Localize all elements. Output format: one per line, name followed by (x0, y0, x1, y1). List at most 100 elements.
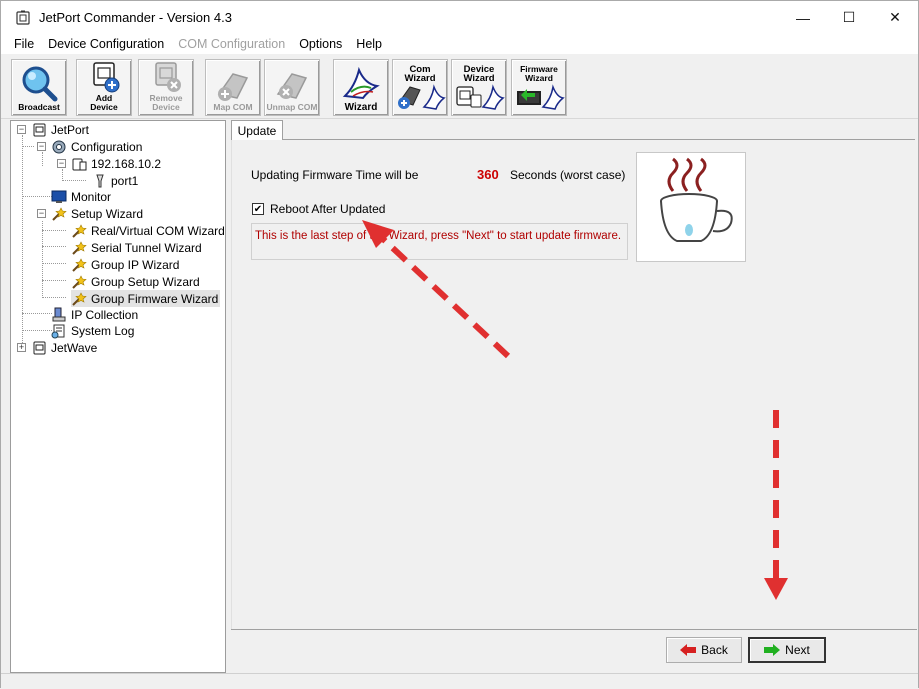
tab-update-label: Update (237, 123, 277, 138)
info-message-box: This is the last step of the Wizard, pre… (251, 223, 628, 260)
tree-item-ip[interactable]: 192.168.10.2 (71, 155, 161, 172)
tree-label-wizard-group-setup: Group Setup Wizard (91, 274, 200, 289)
status-bar (1, 673, 918, 689)
tree-item-wizard-group-setup[interactable]: Group Setup Wizard (71, 273, 200, 290)
unmap-com-label: Unmap COM (266, 102, 318, 112)
expand-ip[interactable]: − (57, 159, 66, 168)
tree-label-jetwave: JetWave (51, 340, 98, 355)
arrow-right-icon (764, 644, 781, 656)
add-device-label: Add Device (90, 94, 117, 112)
tree-item-configuration[interactable]: Configuration (51, 138, 142, 155)
com-wizard-icon (398, 84, 446, 110)
maximize-button[interactable]: ☐ (826, 1, 872, 34)
tree-item-wizard-serial-tunnel[interactable]: Serial Tunnel Wizard (71, 239, 202, 256)
minimize-button[interactable]: — (780, 1, 826, 34)
tree-item-system-log[interactable]: System Log (51, 322, 134, 339)
map-com-icon (217, 73, 249, 101)
magnifier-icon (22, 66, 58, 102)
firmware-wizard-icon (517, 84, 565, 110)
com-wizard-label: Com Wizard (393, 65, 447, 84)
gear-icon (52, 140, 66, 153)
wand-icon (72, 274, 87, 289)
tab-update[interactable]: Update (231, 120, 283, 140)
menu-help[interactable]: Help (349, 37, 389, 51)
app-window: JetPort Commander - Version 4.3 — ☐ ✕ Fi… (0, 0, 919, 689)
tree-item-wizard-group-firmware[interactable]: Group Firmware Wizard (71, 290, 221, 307)
tree-label-setup-wizard: Setup Wizard (71, 206, 144, 221)
remove-device-label: Remove Device (149, 94, 182, 112)
tree-item-port1[interactable]: port1 (91, 172, 138, 189)
menu-device-configuration[interactable]: Device Configuration (41, 37, 171, 51)
device-tree[interactable]: − JetPort − Configuration − 192.168.10.2… (10, 120, 226, 673)
map-com-label: Map COM (213, 102, 253, 112)
add-device-icon (93, 62, 120, 93)
unmap-com-button[interactable]: Unmap COM (264, 59, 320, 116)
firmware-time-row: Updating Firmware Time will be 360 Secon… (251, 167, 625, 182)
remove-device-icon (155, 62, 181, 92)
tree-item-wizard-com[interactable]: Real/Virtual COM Wizard (71, 222, 225, 239)
menu-file[interactable]: File (7, 37, 41, 51)
info-message: This is the last step of the Wizard, pre… (255, 230, 622, 242)
monitor-icon (51, 190, 67, 203)
device-wizard-label-line2: Wizard (463, 73, 495, 84)
device-wizard-label: Device Wizard (452, 65, 506, 84)
map-com-button[interactable]: Map COM (205, 59, 261, 116)
expand-jetport[interactable]: − (17, 125, 26, 134)
wizard-hat-icon (342, 66, 380, 100)
wizard-button[interactable]: Wizard (333, 59, 389, 116)
firmware-wizard-button[interactable]: Firmware Wizard (511, 59, 567, 116)
unmap-com-icon (276, 73, 308, 99)
tree-item-setup-wizard[interactable]: Setup Wizard (51, 205, 143, 222)
tree-label-wizard-group-firmware: Group Firmware Wizard (91, 291, 219, 306)
close-button[interactable]: ✕ (872, 1, 918, 34)
device-icon (72, 158, 87, 170)
menu-com-configuration[interactable]: COM Configuration (171, 37, 292, 51)
expand-setup-wizard[interactable]: − (37, 209, 46, 218)
coffee-cup-image (636, 152, 746, 262)
com-wizard-button[interactable]: Com Wizard (392, 59, 448, 116)
tree-item-jetwave[interactable]: JetWave (31, 339, 97, 356)
reboot-checkbox[interactable]: ✔ (252, 203, 264, 215)
next-button-label: Next (785, 643, 810, 657)
wizard-label: Wizard (344, 102, 378, 113)
expand-configuration[interactable]: − (37, 142, 46, 151)
wand-icon (72, 257, 87, 272)
tree-label-wizard-serial-tunnel: Serial Tunnel Wizard (91, 240, 202, 255)
menu-bar: File Device Configuration COM Configurat… (1, 34, 918, 54)
wand-icon (72, 240, 87, 255)
reboot-label: Reboot After Updated (270, 202, 386, 216)
ip-collection-icon (52, 307, 66, 321)
toolbar: Broadcast Add Device Remove Device Map C… (1, 56, 918, 119)
back-button-label: Back (701, 643, 728, 657)
firmware-wizard-label: Firmware Wizard (512, 65, 566, 83)
com-wizard-label-line2: Wizard (404, 73, 436, 84)
port-icon (96, 174, 104, 187)
expand-jetwave[interactable]: + (17, 343, 26, 352)
tree-item-monitor[interactable]: Monitor (51, 188, 111, 205)
tree-item-jetport[interactable]: JetPort (31, 121, 89, 138)
device-icon (33, 123, 46, 136)
tree-label-port1: port1 (111, 173, 139, 188)
remove-device-button[interactable]: Remove Device (138, 59, 194, 116)
tree-label-system-log: System Log (71, 323, 135, 338)
broadcast-button[interactable]: Broadcast (11, 59, 67, 116)
back-button[interactable]: Back (666, 637, 742, 663)
tree-label-wizard-group-ip: Group IP Wizard (91, 257, 180, 272)
tree-label-jetport: JetPort (51, 122, 90, 137)
window-title: JetPort Commander - Version 4.3 (39, 10, 232, 25)
wand-icon (52, 206, 67, 221)
add-device-button[interactable]: Add Device (76, 59, 132, 116)
menu-options[interactable]: Options (292, 37, 349, 51)
device-wizard-icon (456, 84, 505, 110)
tree-item-ip-collection[interactable]: IP Collection (51, 306, 138, 323)
device-icon (33, 341, 46, 354)
coffee-cup-icon (660, 157, 733, 242)
system-log-icon (51, 324, 65, 338)
reboot-checkbox-row[interactable]: ✔ Reboot After Updated (252, 202, 385, 216)
tree-label-wizard-com: Real/Virtual COM Wizard (91, 223, 225, 238)
tree-item-wizard-group-ip[interactable]: Group IP Wizard (71, 256, 179, 273)
next-button[interactable]: Next (748, 637, 826, 663)
firmware-time-suffix: Seconds (worst case) (510, 168, 626, 182)
add-device-label-line2: Device (90, 102, 118, 112)
device-wizard-button[interactable]: Device Wizard (451, 59, 507, 116)
